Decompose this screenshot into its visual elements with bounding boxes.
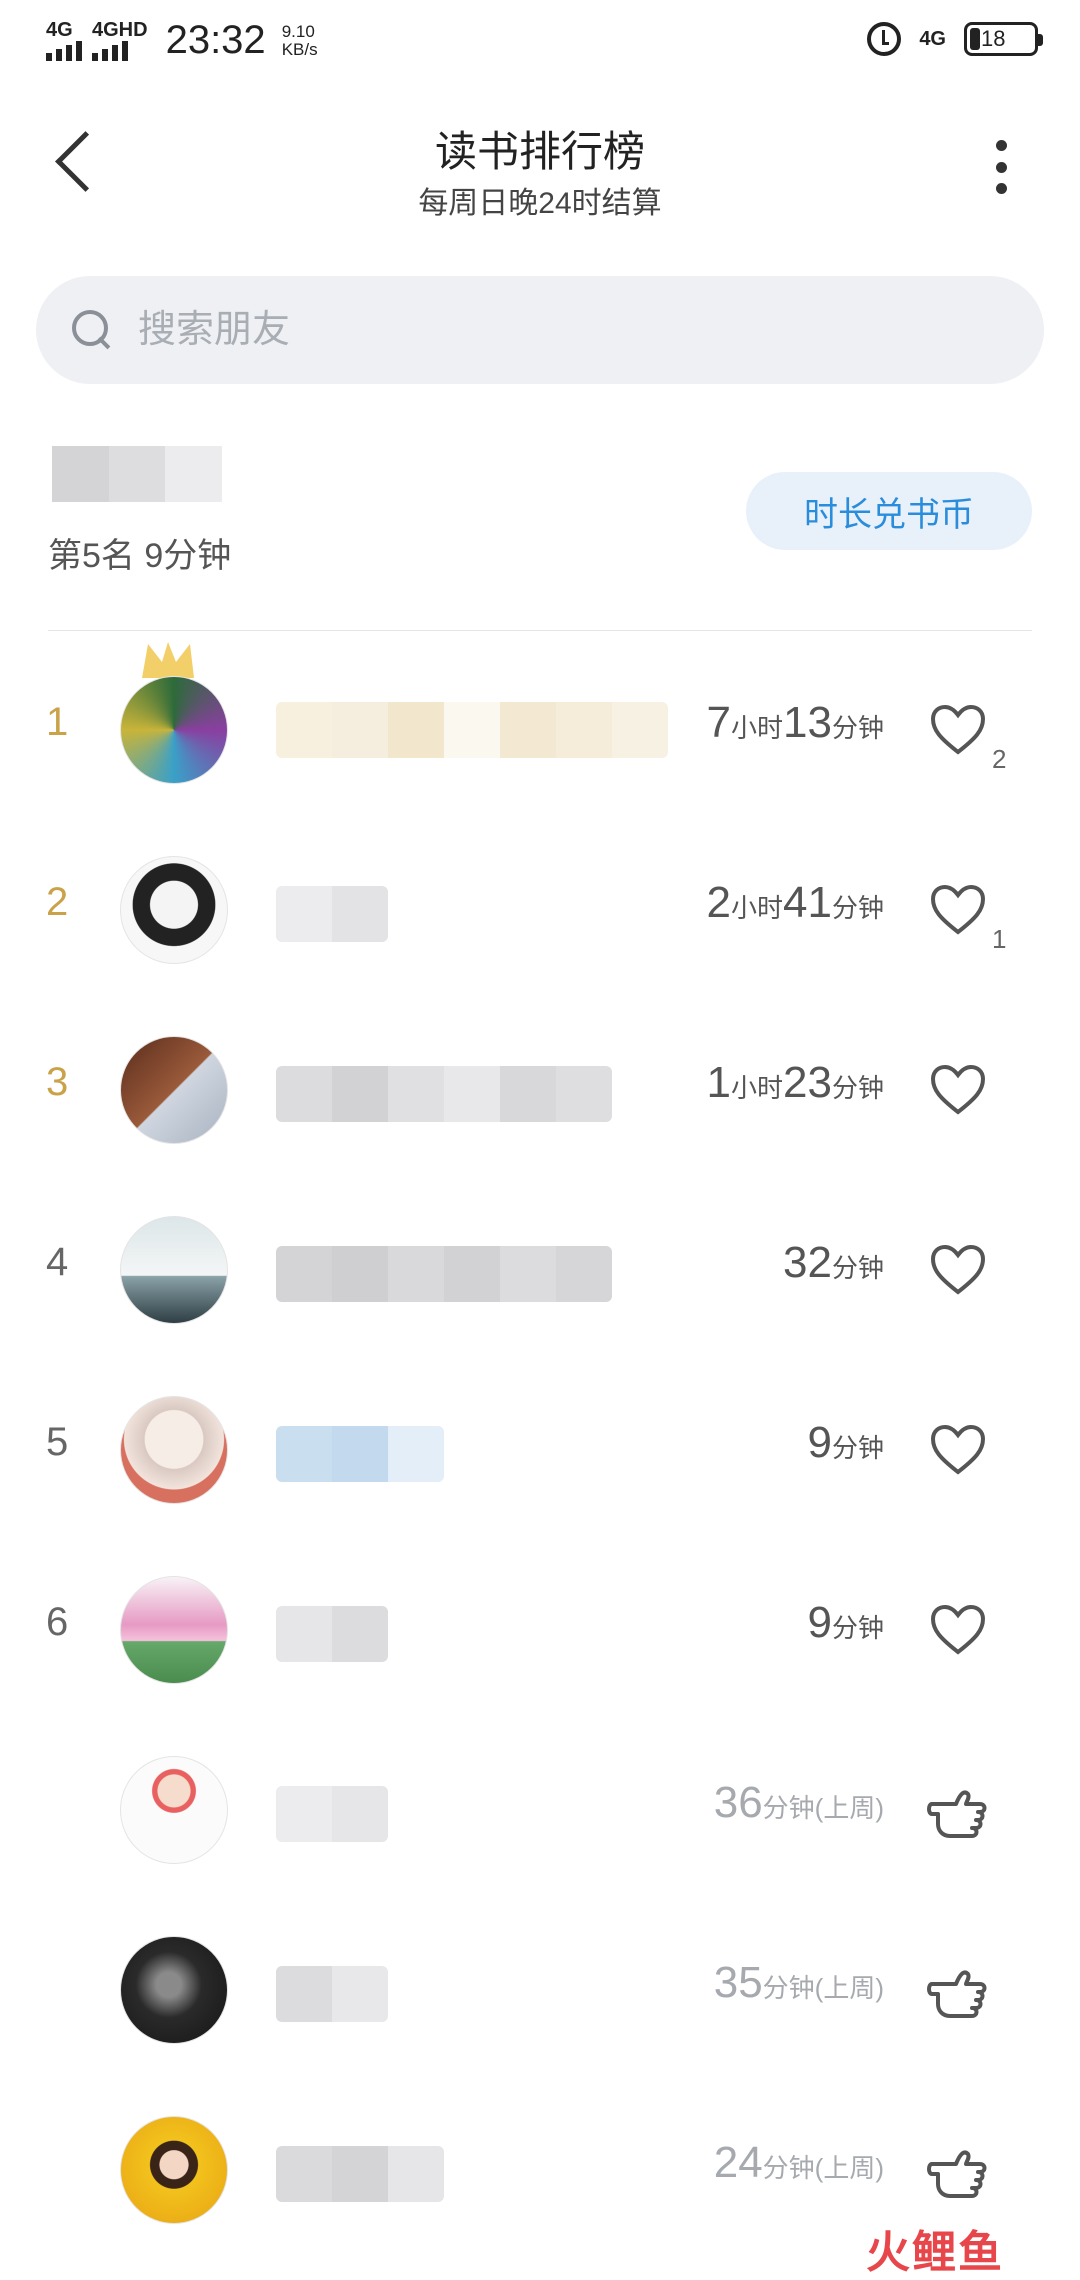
avatar[interactable] [120, 1216, 228, 1324]
watermark-logo: 火鲤鱼 [866, 2228, 1004, 2277]
network-type: 4G [919, 28, 946, 50]
signal-label: 4G [46, 18, 73, 41]
my-name-blurred [52, 446, 223, 502]
search-icon [72, 310, 112, 350]
search-input[interactable] [138, 308, 938, 352]
rank-number: 6 [46, 1600, 69, 1644]
user-name-blurred [276, 2146, 444, 2202]
heart-icon[interactable] [930, 1424, 986, 1476]
avatar[interactable] [120, 2116, 228, 2224]
heart-icon[interactable] [930, 1604, 986, 1656]
list-item[interactable]: 3 1小时23分钟 [0, 1000, 1080, 1180]
like-count: 1 [992, 924, 1007, 954]
avatar[interactable] [120, 1396, 228, 1504]
avatar[interactable] [120, 676, 228, 784]
crown-icon [142, 642, 194, 678]
poke-hand-icon[interactable] [926, 2144, 992, 2200]
user-name-blurred [276, 1606, 388, 1662]
list-item[interactable]: 6 9分钟 [0, 1540, 1080, 1720]
status-time: 23:32 [165, 18, 266, 62]
user-name-blurred [276, 1966, 388, 2022]
user-name-blurred [276, 886, 388, 942]
speed-unit: KB/s [281, 39, 318, 59]
signal-icon-2: 4GHD [92, 18, 148, 61]
user-name-blurred [276, 1246, 612, 1302]
avatar[interactable] [120, 1756, 228, 1864]
poke-hand-icon[interactable] [926, 1964, 992, 2020]
user-name-blurred [276, 1786, 388, 1842]
list-item[interactable]: 35分钟(上周) [0, 1900, 1080, 2080]
more-menu-icon[interactable] [994, 140, 1008, 194]
reading-duration-last-week: 36分钟(上周) [713, 1778, 884, 1827]
like-count: 2 [992, 744, 1007, 774]
exchange-coins-button[interactable]: 时长兑书币 [746, 472, 1032, 550]
signal-label-2: 4GHD [92, 18, 148, 41]
network-speed: 9.10 KB/s [281, 21, 318, 59]
reading-duration-last-week: 35分钟(上周) [713, 1958, 884, 2007]
reading-duration: 9分钟 [807, 1418, 885, 1467]
rank-number: 3 [46, 1060, 69, 1104]
reading-duration: 32分钟 [783, 1238, 884, 1287]
alarm-icon [867, 22, 902, 56]
avatar[interactable] [120, 856, 228, 964]
rank-number: 2 [46, 880, 69, 924]
list-item[interactable]: 5 9分钟 [0, 1360, 1080, 1540]
my-rank-text: 第5名 9分钟 [48, 537, 232, 575]
rank-number: 1 [46, 700, 69, 744]
page-title: 读书排行榜 [434, 128, 645, 175]
avatar[interactable] [120, 1576, 228, 1684]
avatar[interactable] [120, 1036, 228, 1144]
reading-duration: 2小时41分钟 [706, 878, 884, 927]
battery-icon: 18 [964, 22, 1043, 56]
status-bar: 4G 4GHD 23:32 9.10 KB/s 4G 18 [0, 0, 1080, 84]
user-name-blurred [276, 1426, 444, 1482]
divider [48, 630, 1032, 631]
page-subtitle: 每周日晚24时结算 [418, 187, 662, 220]
user-name-blurred [276, 1066, 612, 1122]
rank-number: 4 [46, 1240, 69, 1284]
signal-icon: 4G [46, 18, 82, 61]
heart-icon[interactable] [930, 1244, 986, 1296]
list-item[interactable]: 4 32分钟 [0, 1180, 1080, 1360]
reading-duration-last-week: 24分钟(上周) [713, 2138, 884, 2187]
list-item[interactable]: 2 2小时41分钟 1 [0, 820, 1080, 1000]
heart-icon[interactable] [930, 1064, 986, 1116]
heart-icon[interactable] [930, 884, 986, 936]
reading-duration: 7小时13分钟 [706, 698, 884, 747]
battery-level: 18 [981, 26, 1006, 51]
avatar[interactable] [120, 1936, 228, 2044]
list-item[interactable]: 1 7小时13分钟 2 [0, 640, 1080, 820]
user-name-blurred [276, 702, 668, 758]
heart-icon[interactable] [930, 704, 986, 756]
reading-duration: 1小时23分钟 [706, 1058, 884, 1107]
search-bar[interactable] [36, 276, 1044, 384]
poke-hand-icon[interactable] [926, 1784, 992, 1840]
speed-value: 9.10 [281, 21, 315, 41]
rank-number: 5 [46, 1420, 69, 1464]
reading-duration: 9分钟 [807, 1598, 885, 1647]
list-item[interactable]: 36分钟(上周) [0, 1720, 1080, 1900]
